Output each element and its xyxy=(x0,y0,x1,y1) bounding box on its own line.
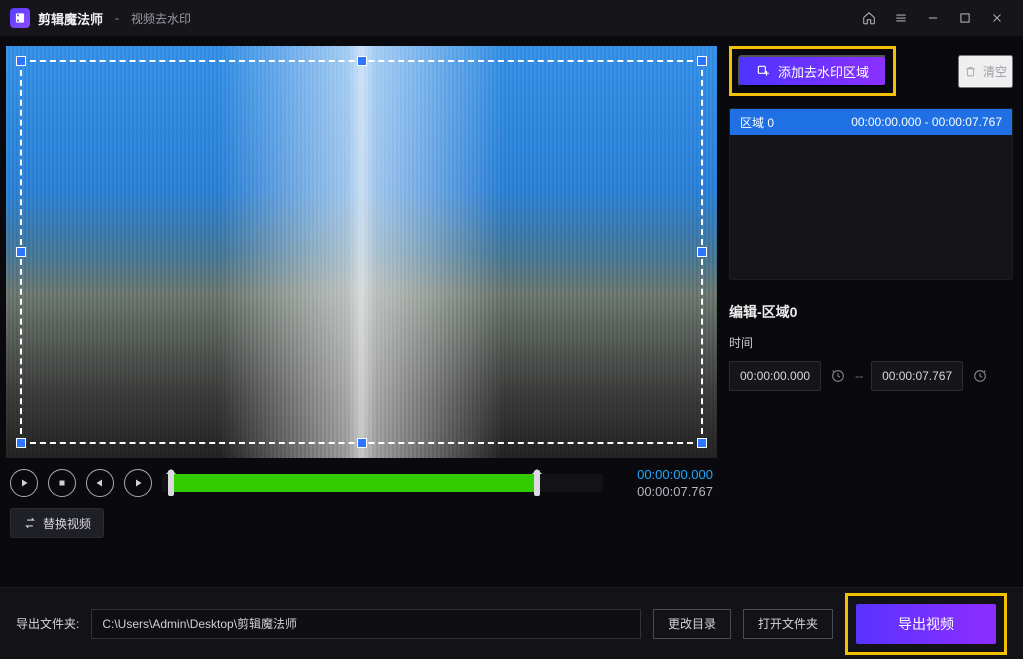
play-button[interactable] xyxy=(10,469,38,497)
video-preview[interactable] xyxy=(6,46,717,458)
close-button[interactable] xyxy=(981,4,1013,32)
edit-title: 编辑-区域0 xyxy=(729,302,1013,322)
add-region-label: 添加去水印区域 xyxy=(778,62,869,81)
next-frame-icon xyxy=(132,477,144,489)
transport-controls: 00:00:00.000 00:00:07.767 xyxy=(6,458,717,504)
handle-top-left[interactable] xyxy=(16,56,26,66)
title-separator: - xyxy=(115,11,119,25)
handle-bottom-left[interactable] xyxy=(16,438,26,448)
main-area: 00:00:00.000 00:00:07.767 替换视频 添加去水印区域 xyxy=(0,36,1023,587)
handle-left[interactable] xyxy=(16,247,26,257)
time-range-row: 00:00:00.000 -- 00:00:07.767 xyxy=(729,361,1013,391)
stop-icon xyxy=(56,477,68,489)
region-name: 区域 0 xyxy=(740,114,774,131)
app-module: 视频去水印 xyxy=(131,10,191,27)
title-left: 剪辑魔法师 - 视频去水印 xyxy=(10,8,191,28)
export-folder-label: 导出文件夹: xyxy=(16,615,79,632)
home-icon xyxy=(862,11,876,25)
change-dir-button[interactable]: 更改目录 xyxy=(653,609,731,639)
clear-label: 清空 xyxy=(983,63,1007,80)
clock-back-icon xyxy=(830,368,846,384)
time-to-value: 00:00:07.767 xyxy=(882,369,952,383)
film-icon xyxy=(13,11,27,25)
handle-top[interactable] xyxy=(357,56,367,66)
region-row[interactable]: 区域 0 00:00:00.000 - 00:00:07.767 xyxy=(730,109,1012,135)
swap-icon xyxy=(23,516,37,530)
set-to-current-button[interactable] xyxy=(971,367,989,385)
add-region-icon xyxy=(756,64,770,78)
clock-forward-icon xyxy=(972,368,988,384)
set-from-current-button[interactable] xyxy=(829,367,847,385)
prev-frame-button[interactable] xyxy=(86,469,114,497)
menu-button[interactable] xyxy=(885,4,917,32)
maximize-icon xyxy=(958,11,972,25)
add-watermark-region-button[interactable]: 添加去水印区域 xyxy=(738,55,887,87)
time-sep: -- xyxy=(855,369,863,383)
edit-time-label: 时间 xyxy=(729,334,1013,351)
replace-video-label: 替换视频 xyxy=(43,515,91,532)
timeline-end-handle[interactable] xyxy=(534,470,540,496)
export-highlight: 导出视频 xyxy=(845,593,1007,655)
right-panel: 添加去水印区域 清空 区域 0 00:00:00.000 - 00:00:07.… xyxy=(723,36,1023,587)
clear-regions-button[interactable]: 清空 xyxy=(958,55,1013,88)
minimize-icon xyxy=(926,11,940,25)
app-window: 剪辑魔法师 - 视频去水印 xyxy=(0,0,1023,659)
region-list[interactable]: 区域 0 00:00:00.000 - 00:00:07.767 xyxy=(729,108,1013,280)
stop-button[interactable] xyxy=(48,469,76,497)
time-readout: 00:00:00.000 00:00:07.767 xyxy=(613,467,713,499)
region-time-range: 00:00:00.000 - 00:00:07.767 xyxy=(851,115,1002,129)
minimize-button[interactable] xyxy=(917,4,949,32)
open-dir-button[interactable]: 打开文件夹 xyxy=(743,609,833,639)
edit-region-block: 编辑-区域0 时间 00:00:00.000 -- 00:00:07.767 xyxy=(729,302,1013,391)
next-frame-button[interactable] xyxy=(124,469,152,497)
export-video-button[interactable]: 导出视频 xyxy=(856,604,996,644)
play-icon xyxy=(18,477,30,489)
maximize-button[interactable] xyxy=(949,4,981,32)
export-video-label: 导出视频 xyxy=(898,614,954,634)
current-time: 00:00:00.000 xyxy=(637,467,713,482)
close-icon xyxy=(990,11,1004,25)
duration: 00:00:07.767 xyxy=(637,484,713,499)
time-from-value: 00:00:00.000 xyxy=(740,369,810,383)
handle-top-right[interactable] xyxy=(697,56,707,66)
timeline-range[interactable] xyxy=(171,474,537,492)
handle-bottom-right[interactable] xyxy=(697,438,707,448)
replace-video-button[interactable]: 替换视频 xyxy=(10,508,104,538)
prev-frame-icon xyxy=(94,477,106,489)
handle-right[interactable] xyxy=(697,247,707,257)
open-dir-label: 打开文件夹 xyxy=(758,615,818,632)
right-top-row: 添加去水印区域 清空 xyxy=(729,46,1013,96)
trash-icon xyxy=(964,65,977,78)
time-from-input[interactable]: 00:00:00.000 xyxy=(729,361,821,391)
preview-pane: 00:00:00.000 00:00:07.767 替换视频 xyxy=(0,36,723,587)
export-folder-path-text: C:\Users\Admin\Desktop\剪辑魔法师 xyxy=(102,615,297,632)
bottom-bar: 导出文件夹: C:\Users\Admin\Desktop\剪辑魔法师 更改目录… xyxy=(0,587,1023,659)
app-title: 剪辑魔法师 xyxy=(38,9,103,28)
watermark-selection-box[interactable] xyxy=(20,60,703,444)
export-folder-path[interactable]: C:\Users\Admin\Desktop\剪辑魔法师 xyxy=(91,609,641,639)
handle-bottom[interactable] xyxy=(357,438,367,448)
home-button[interactable] xyxy=(853,4,885,32)
change-dir-label: 更改目录 xyxy=(668,615,716,632)
video-canvas xyxy=(6,46,717,458)
title-bar[interactable]: 剪辑魔法师 - 视频去水印 xyxy=(0,0,1023,36)
replace-row: 替换视频 xyxy=(6,504,717,542)
time-to-input[interactable]: 00:00:07.767 xyxy=(871,361,963,391)
add-region-highlight: 添加去水印区域 xyxy=(729,46,896,96)
timeline-start-handle[interactable] xyxy=(168,470,174,496)
timeline-track[interactable] xyxy=(162,474,603,492)
timeline[interactable] xyxy=(162,466,603,500)
app-logo xyxy=(10,8,30,28)
menu-icon xyxy=(894,11,908,25)
